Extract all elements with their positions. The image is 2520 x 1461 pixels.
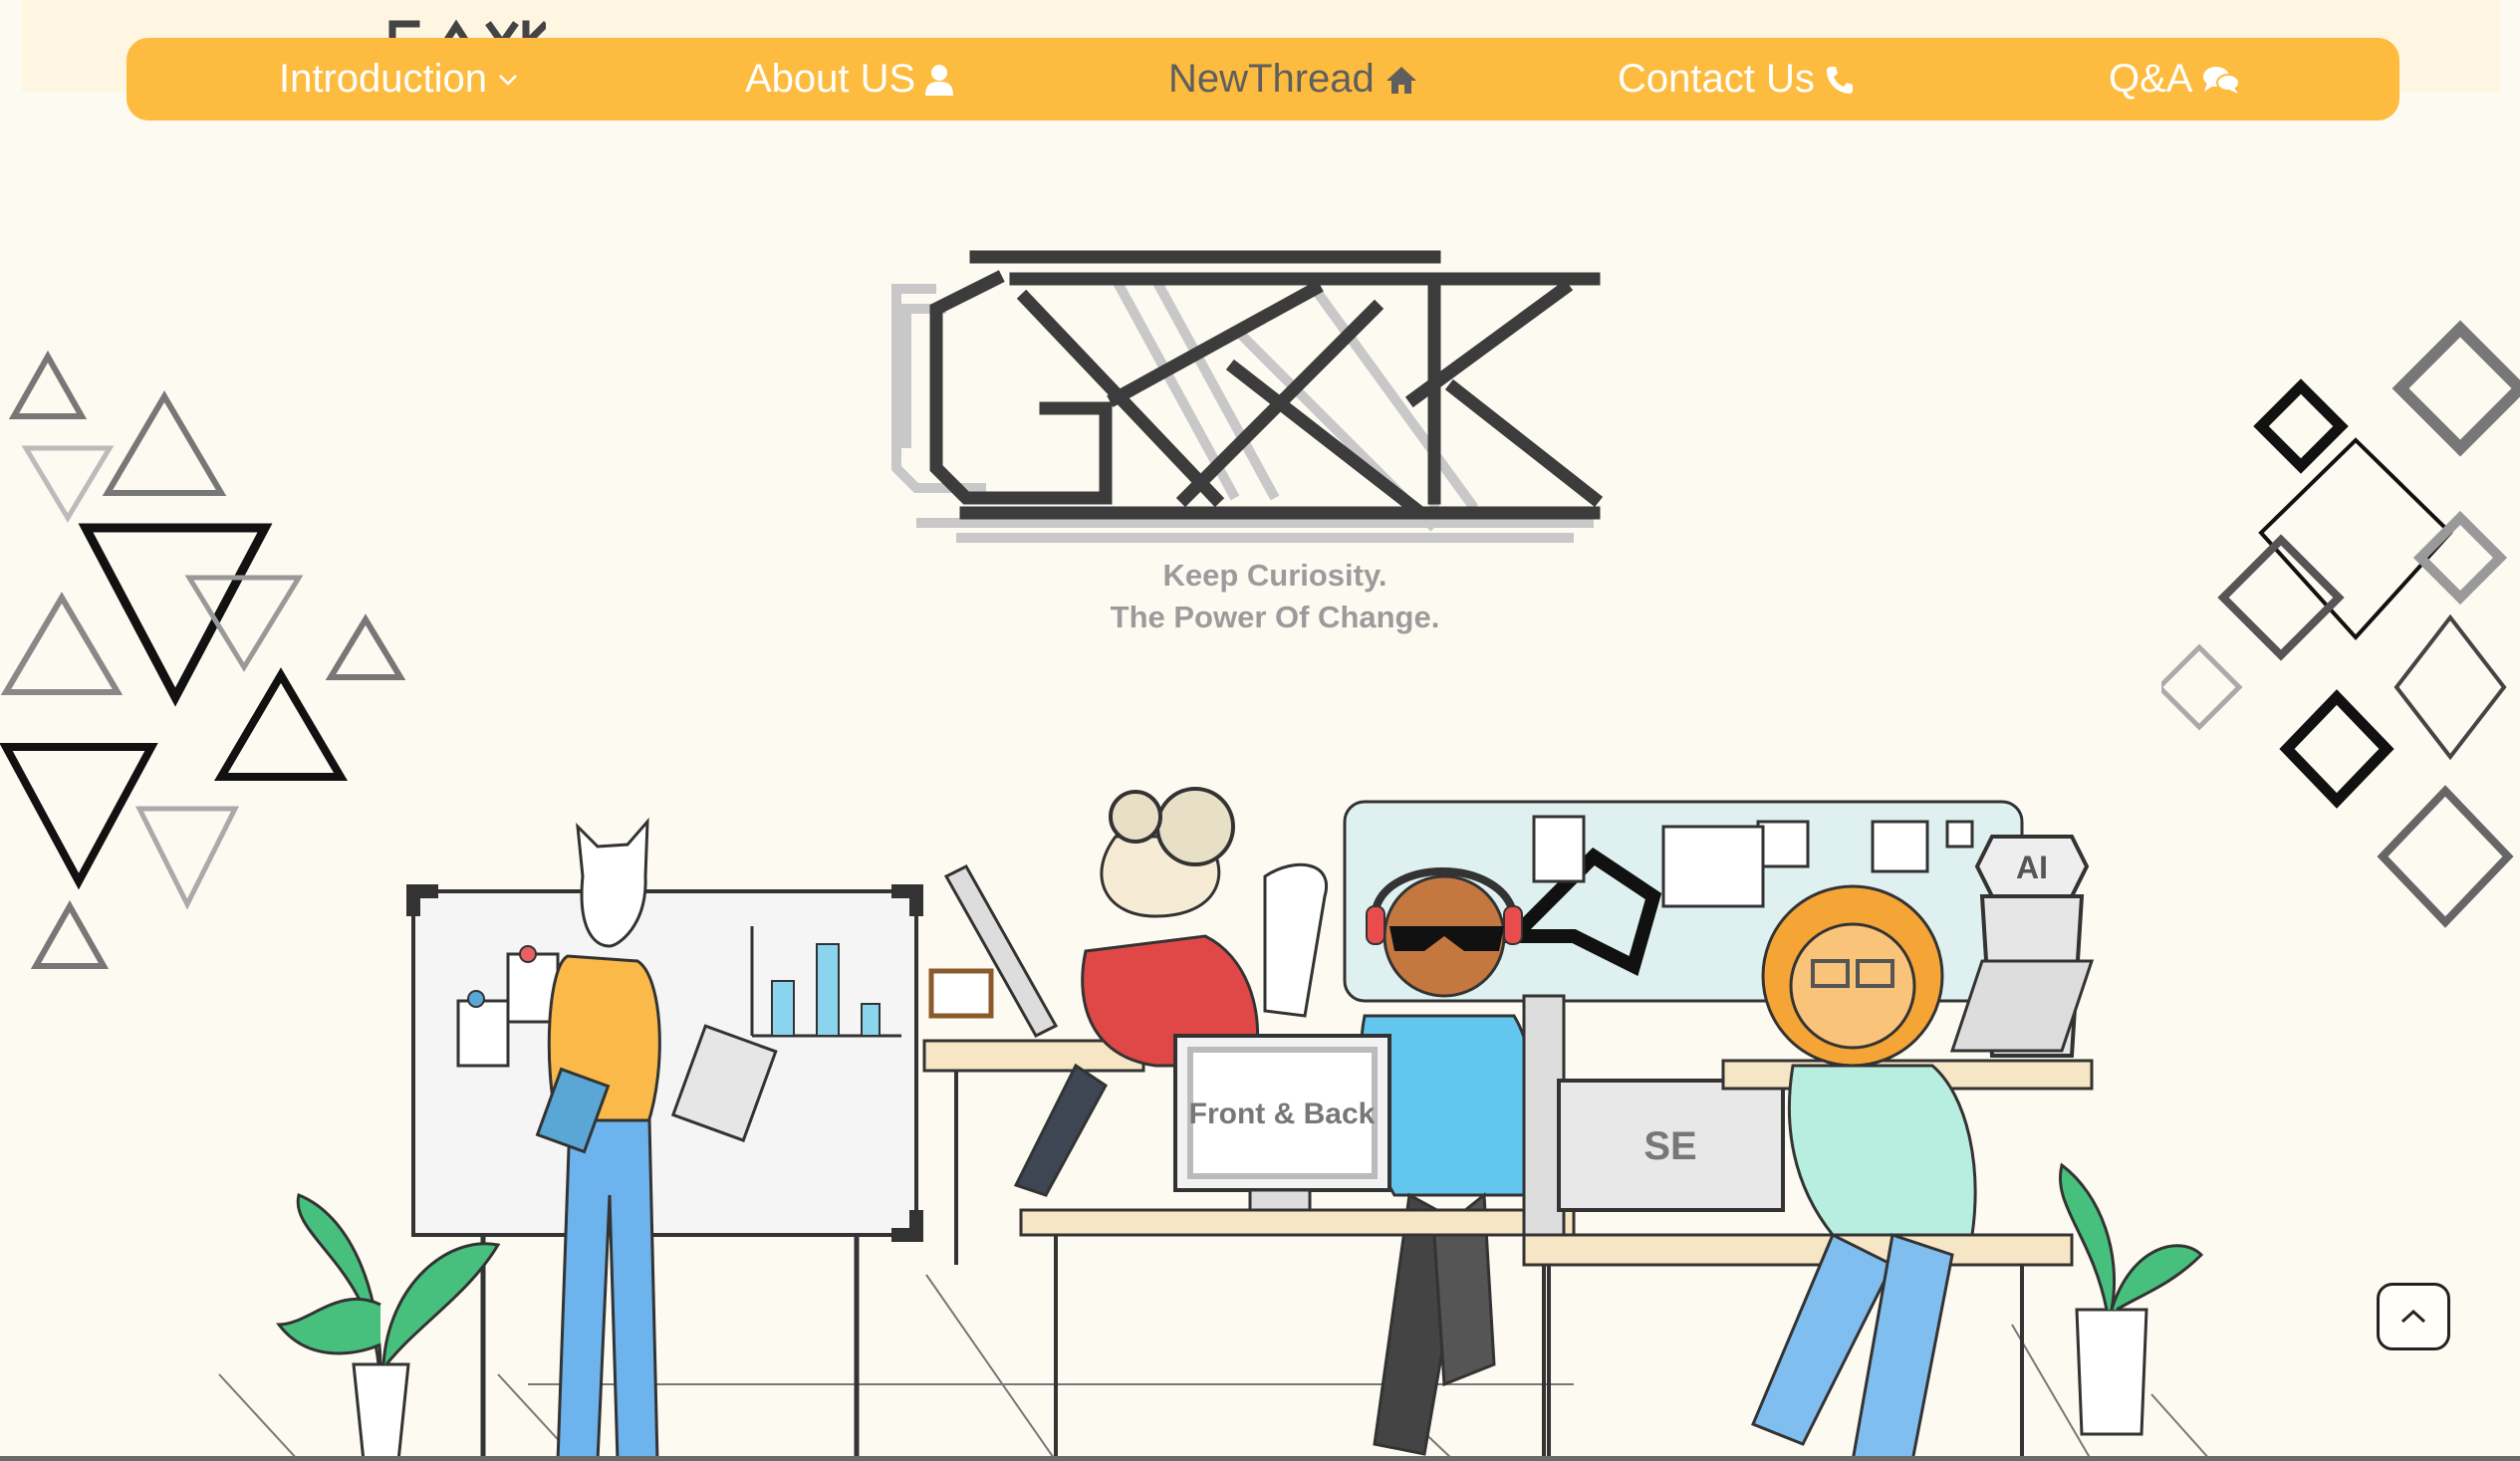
bottom-edge-line [0, 1456, 2520, 1461]
lion-character [1751, 884, 1977, 1461]
geek-hero-logo [891, 250, 1604, 543]
front-monitor-label: Front & Back [1189, 1097, 1376, 1130]
second-monitor-label: SE [1643, 1124, 1696, 1168]
main-navbar: Introduction About US NewThread Contact … [126, 38, 2399, 121]
second-monitor: SE [1557, 1079, 1785, 1212]
tagline-line-2: The Power Of Change. [1110, 600, 1440, 634]
nav-newthread-label: NewThread [1168, 57, 1375, 101]
home-icon [1386, 66, 1416, 94]
nav-introduction[interactable]: Introduction [279, 38, 519, 121]
phone-icon [1826, 66, 1853, 94]
desk-back-left [922, 864, 1145, 1265]
plant-right [2059, 1162, 2204, 1436]
nav-contact-us[interactable]: Contact Us [1618, 38, 1855, 121]
nav-newthread[interactable]: NewThread [1168, 38, 1418, 121]
nav-qa[interactable]: Q&A [2109, 38, 2241, 121]
nav-qa-label: Q&A [2109, 57, 2193, 101]
whiteboard [406, 884, 923, 1461]
nav-contact-us-label: Contact Us [1618, 57, 1815, 101]
chair-white [1263, 862, 1329, 1018]
tagline-line-1: Keep Curiosity. [1162, 558, 1387, 593]
nav-introduction-label: Introduction [279, 57, 488, 101]
scroll-to-top-button[interactable] [2377, 1283, 2450, 1350]
office-team-illustration: AI Front & Back SE [218, 787, 2212, 1461]
front-monitor: Front & Back [1173, 1034, 1391, 1222]
ai-badge-label: AI [2016, 850, 2048, 885]
chevron-down-icon [499, 74, 517, 86]
chevron-up-icon [2400, 1309, 2426, 1324]
nav-about-us-label: About US [745, 57, 916, 101]
user-icon [925, 64, 954, 96]
chat-bubbles-icon [2203, 66, 2241, 94]
nav-about-us[interactable]: About US [745, 38, 954, 121]
